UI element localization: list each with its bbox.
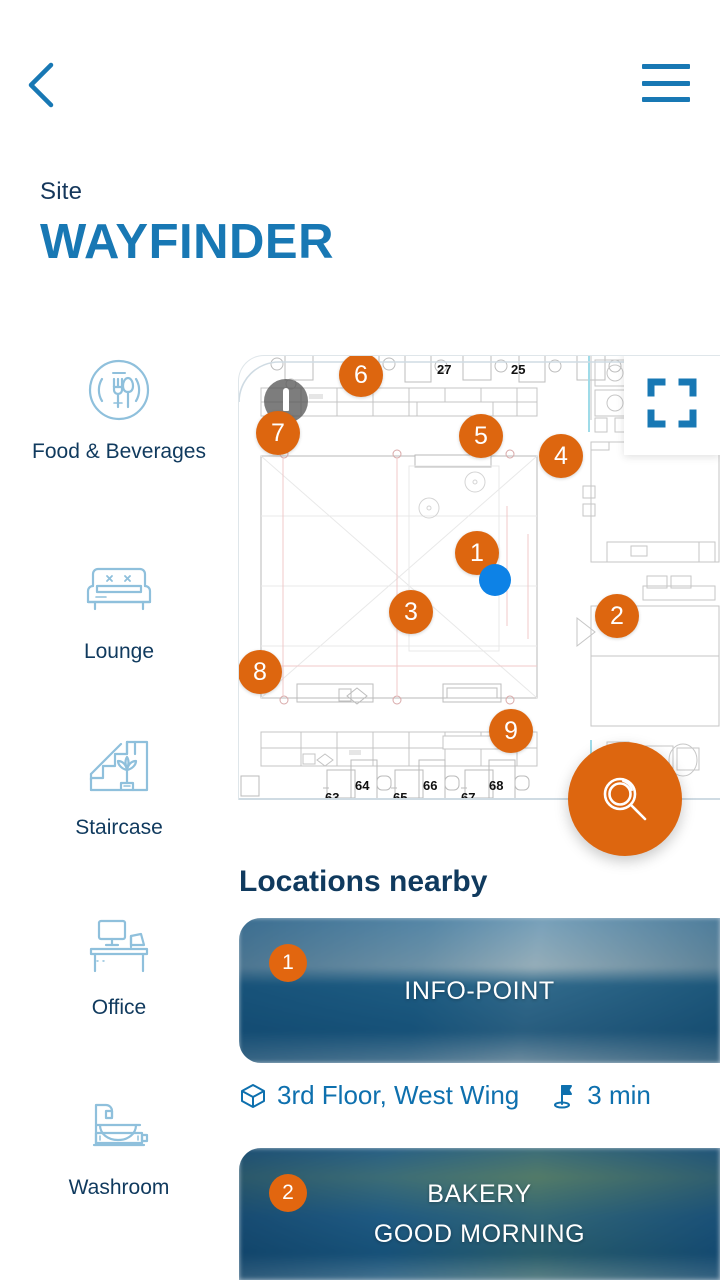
location-name: BAKERY bbox=[427, 1180, 532, 1208]
walk-time-meta: 3 min bbox=[549, 1080, 651, 1111]
location-name: INFO-POINT bbox=[404, 976, 555, 1005]
sidebar-item-label: Food & Beverages bbox=[32, 440, 206, 463]
hamburger-line bbox=[642, 80, 690, 86]
svg-text:64: 64 bbox=[355, 778, 370, 793]
cutlery-plate-icon bbox=[84, 354, 154, 426]
info-bar bbox=[283, 391, 289, 411]
search-fab-button[interactable] bbox=[568, 742, 682, 856]
map-marker[interactable]: 5 bbox=[459, 414, 503, 458]
hamburger-line bbox=[642, 64, 690, 69]
user-location-dot bbox=[479, 564, 511, 596]
location-card-bakery[interactable]: 2 BAKERY GOOD MORNING bbox=[239, 1148, 720, 1280]
location-caption: BAKERY GOOD MORNING bbox=[239, 1174, 720, 1254]
nearby-section-title: Locations nearby bbox=[239, 865, 488, 898]
sidebar-item-label: Lounge bbox=[83, 640, 155, 663]
map-marker[interactable]: 8 bbox=[239, 650, 282, 694]
sidebar-item-food-beverages[interactable]: Food & Beverages bbox=[0, 354, 238, 464]
magnifier-icon bbox=[603, 777, 647, 821]
sidebar-item-office[interactable]: Office bbox=[0, 910, 238, 1020]
location-meta-row: 3rd Floor, West Wing 3 min bbox=[239, 1080, 651, 1111]
map-marker[interactable]: 7 bbox=[256, 411, 300, 455]
hamburger-line bbox=[642, 97, 690, 102]
fullscreen-button[interactable] bbox=[624, 356, 720, 455]
sidebar-item-next-partial[interactable] bbox=[0, 1268, 238, 1280]
map-marker[interactable]: 4 bbox=[539, 434, 583, 478]
sofa-icon bbox=[83, 554, 155, 626]
location-caption: INFO-POINT bbox=[239, 971, 720, 1011]
flag-icon bbox=[554, 1084, 573, 1108]
partial-icon bbox=[89, 1268, 149, 1280]
info-dot bbox=[283, 388, 289, 394]
chevron-left-icon bbox=[28, 62, 54, 108]
sidebar-item-label: Staircase bbox=[75, 816, 163, 839]
map-marker[interactable]: 3 bbox=[389, 590, 433, 634]
floor-meta: 3rd Floor, West Wing bbox=[239, 1080, 519, 1111]
svg-text:25: 25 bbox=[511, 362, 525, 377]
sidebar-item-label: Office bbox=[91, 996, 147, 1019]
floor-plan-map[interactable]: 29 27 25 64 66 68 63 65 67 1 2 3 4 5 bbox=[238, 355, 720, 800]
location-subname: GOOD MORNING bbox=[373, 1220, 586, 1248]
floor-label: 3rd Floor, West Wing bbox=[277, 1080, 520, 1110]
top-bar bbox=[0, 0, 720, 150]
svg-text:66: 66 bbox=[423, 778, 437, 793]
desk-monitor-icon bbox=[83, 910, 155, 982]
sink-faucet-icon bbox=[84, 1090, 154, 1162]
staircase-plant-icon bbox=[85, 730, 153, 802]
fullscreen-expand-icon bbox=[647, 378, 697, 428]
menu-button[interactable] bbox=[642, 58, 690, 108]
location-card-info-point[interactable]: 1 INFO-POINT bbox=[239, 918, 720, 1063]
cube-3d-icon bbox=[241, 1083, 265, 1108]
back-button[interactable] bbox=[12, 54, 72, 116]
map-marker[interactable]: 9 bbox=[489, 709, 533, 753]
page-title-block: Site WAYFINDER bbox=[40, 178, 334, 267]
page-title: WAYFINDER bbox=[40, 215, 335, 269]
sidebar-item-staircase[interactable]: Staircase bbox=[0, 730, 238, 840]
sidebar-item-washroom[interactable]: Washroom bbox=[0, 1090, 238, 1200]
sidebar-item-label: Washroom bbox=[68, 1176, 170, 1199]
walk-time-label: 3 min bbox=[587, 1080, 651, 1110]
category-sidebar: Food & Beverages Lounge Staircase Office… bbox=[0, 350, 238, 1280]
map-marker[interactable]: 2 bbox=[595, 594, 639, 638]
wayfinder-screen: Site WAYFINDER Food & Beverages Lounge S… bbox=[0, 0, 720, 1280]
svg-text:27: 27 bbox=[437, 362, 451, 377]
page-eyebrow: Site bbox=[40, 178, 83, 205]
map-marker[interactable]: 6 bbox=[339, 356, 383, 397]
svg-text:68: 68 bbox=[489, 778, 503, 793]
sidebar-item-lounge[interactable]: Lounge bbox=[0, 554, 238, 664]
